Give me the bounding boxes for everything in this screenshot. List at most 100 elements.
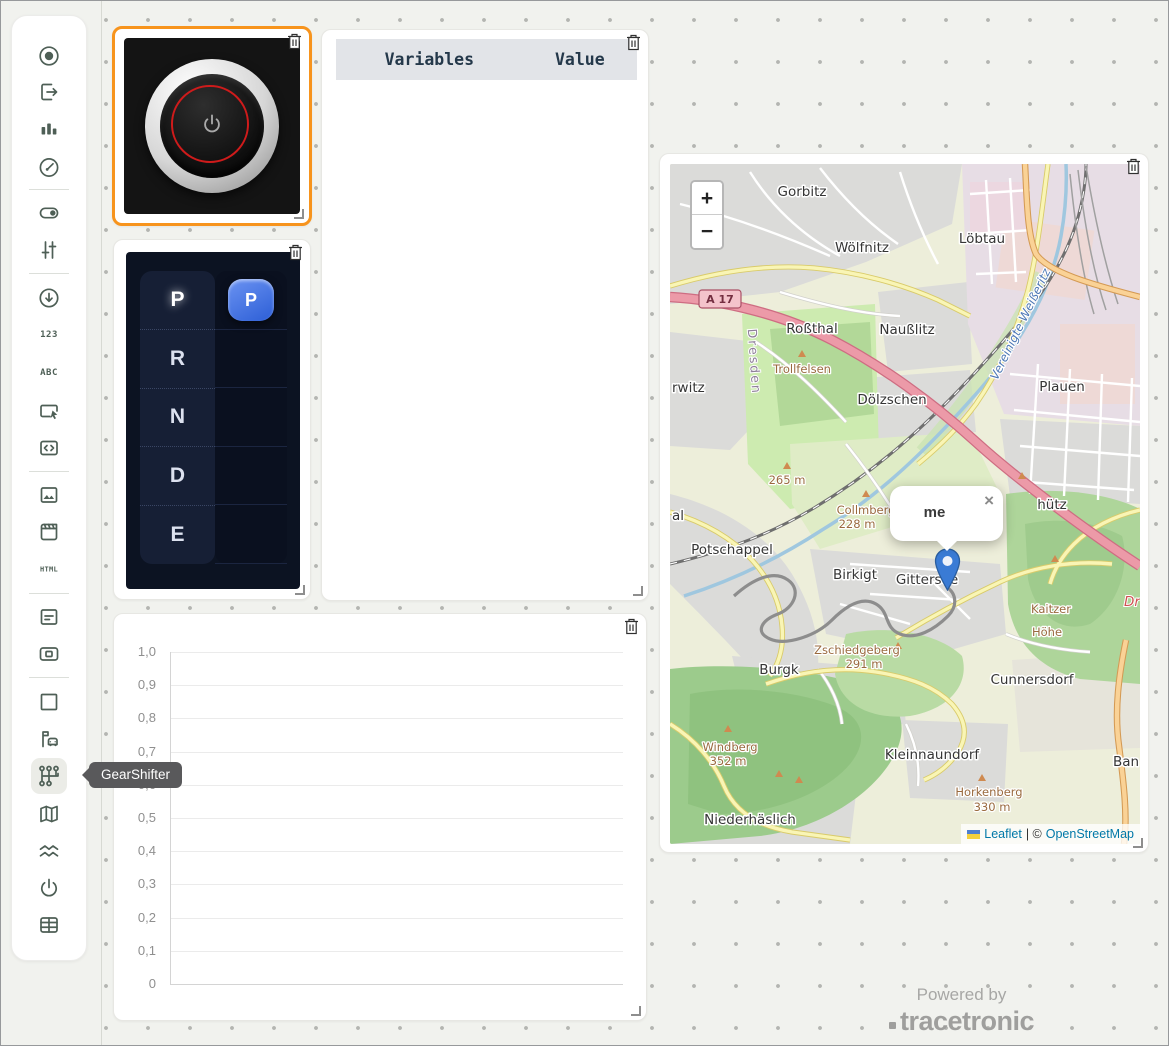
toolbar-divider [29, 593, 69, 594]
sidebar-item-vehicle[interactable] [31, 721, 67, 757]
sidebar-item-text[interactable]: ABC [31, 354, 67, 390]
map-label-coschuetz: hütz [1037, 497, 1067, 513]
map-label-elev291: 291 m [846, 657, 883, 671]
map-label-kaitzer: Kaitzer [1031, 602, 1071, 616]
map-label-doelzschen: Dölzschen [857, 392, 926, 408]
map-label-zschiedgeberg: Zschiedgeberg [814, 643, 900, 657]
map-label-hoehe: Höhe [1032, 625, 1062, 639]
map-label-collmberg: Collmberg [837, 503, 896, 517]
sidebar-item-image[interactable] [31, 477, 67, 513]
sidebar-item-record[interactable] [31, 38, 67, 74]
sidebar-item-code[interactable] [31, 430, 67, 466]
gear-label-n: N [140, 389, 215, 448]
power-button-control[interactable] [124, 38, 300, 214]
line-chart-widget[interactable]: 1,0 0,9 0,8 0,7 0,6 0,5 0,4 0,3 0,2 0,1 … [113, 613, 647, 1021]
bar-chart-icon [41, 123, 57, 135]
resize-handle[interactable] [633, 586, 643, 596]
sidebar-item-video[interactable] [31, 514, 67, 550]
gear-label-p: P [140, 271, 215, 330]
map-label-a17: A 17 [706, 293, 734, 306]
gear-label-d: D [140, 447, 215, 507]
sidebar-item-toggle[interactable] [31, 195, 67, 231]
map-label-plauen: Plauen [1039, 379, 1085, 395]
openstreetmap-link[interactable]: OpenStreetMap [1046, 827, 1134, 841]
y-tick: 0,4 [137, 843, 156, 858]
map-label-naussiltz: Naußlitz [879, 322, 934, 338]
sidebar-item-rectangle[interactable] [31, 684, 67, 720]
sidebar-item-sliders[interactable] [31, 232, 67, 268]
sidebar-item-gear-shifter[interactable] [31, 758, 67, 794]
toolbar-divider [29, 189, 69, 190]
power-button-widget[interactable] [112, 26, 312, 226]
map-label-gorbitz: Gorbitz [778, 184, 827, 200]
delete-widget-button[interactable] [624, 618, 640, 636]
map-label-loebtau: Löbtau [959, 231, 1005, 247]
map-label-bannewitz: Ban [1113, 754, 1139, 770]
sidebar-item-note[interactable] [31, 599, 67, 635]
gear-slot [215, 447, 287, 506]
sidebar-item-html[interactable]: HTML [31, 551, 67, 587]
download-circle-icon [39, 288, 59, 308]
map-widget[interactable]: A 17 Gorbitz Wölfnitz Löbtau Roßthal Nau… [659, 153, 1149, 853]
sidebar-item-number[interactable]: 123 [31, 316, 67, 352]
table-icon [40, 917, 58, 933]
dashboard-editor-window: 123 ABC HTML GearShifter Variables Value… [0, 0, 1169, 1046]
zoom-in-button[interactable]: + [692, 182, 722, 215]
gear-track[interactable]: P [215, 271, 287, 564]
sidebar-item-export[interactable] [31, 74, 67, 110]
tooltip-arrow [82, 768, 89, 782]
sidebar-item-signals[interactable] [31, 833, 67, 869]
ukraine-flag-icon [967, 829, 981, 839]
sidebar-item-select-area[interactable] [31, 394, 67, 430]
sidebar-item-power[interactable] [31, 870, 67, 906]
leaflet-link[interactable]: Leaflet [984, 827, 1022, 841]
select-area-icon [40, 404, 58, 420]
map-label-elev228: 228 m [839, 517, 876, 531]
record-icon [39, 46, 59, 66]
sidebar-item-button-widget[interactable] [31, 636, 67, 672]
delete-widget-button[interactable] [288, 244, 304, 262]
resize-handle[interactable] [631, 1006, 641, 1016]
delete-widget-button[interactable] [626, 34, 642, 52]
sidebar-item-bar-chart[interactable] [31, 111, 67, 147]
gear-shifter-widget[interactable]: P R N D E P [113, 239, 311, 600]
map-label-niederhaeslich: Niederhäslich [704, 812, 796, 828]
map-label-windberg: Windberg [702, 740, 757, 754]
svg-text:ABC: ABC [40, 368, 58, 378]
y-tick: 0,7 [137, 744, 156, 759]
map-marker[interactable] [934, 548, 961, 592]
sidebar-item-map[interactable] [31, 796, 67, 832]
gear-slot [215, 330, 287, 389]
delete-widget-button[interactable] [287, 33, 303, 51]
resize-handle[interactable] [294, 209, 304, 219]
chart-y-axis: 1,0 0,9 0,8 0,7 0,6 0,5 0,4 0,3 0,2 0,1 … [114, 644, 162, 991]
gear-knob[interactable]: P [228, 279, 274, 321]
sidebar-item-gauge[interactable] [31, 149, 67, 185]
resize-handle[interactable] [295, 585, 305, 595]
variables-table-widget[interactable]: Variables Value [321, 29, 649, 601]
leaflet-map[interactable]: A 17 Gorbitz Wölfnitz Löbtau Roßthal Nau… [670, 164, 1140, 844]
sidebar-item-table[interactable] [31, 907, 67, 943]
svg-text:123: 123 [40, 330, 58, 340]
powered-by-footer: Powered by tracetronic [859, 985, 1064, 1037]
sidebar-item-download[interactable] [31, 280, 67, 316]
map-label-dresden-region: Dr [1124, 594, 1140, 610]
delete-widget-button[interactable] [1126, 158, 1142, 176]
map-a17-shield: A 17 [698, 289, 742, 309]
gear-shifter-icon [39, 765, 59, 787]
map-attribution: Leaflet | © OpenStreetMap [961, 824, 1140, 844]
gear-labels-column: P R N D E [140, 271, 215, 564]
popup-tail [936, 540, 958, 551]
popup-close-icon[interactable]: × [984, 492, 994, 509]
powered-by-text: Powered by [916, 985, 1007, 1004]
gear-slot [215, 505, 287, 564]
map-label-tal: al [672, 508, 684, 524]
tracetronic-logo-mark [888, 1022, 896, 1029]
gear-label-e: E [170, 523, 185, 547]
map-label-elev330: 330 m [974, 800, 1011, 814]
tracetronic-brand-text: tracetronic [899, 1006, 1035, 1036]
map-label-potschappel: Potschappel [691, 542, 773, 558]
zoom-out-button[interactable]: − [692, 215, 722, 248]
video-clapper-icon [40, 523, 58, 541]
map-label-burgk: Burgk [759, 662, 799, 678]
